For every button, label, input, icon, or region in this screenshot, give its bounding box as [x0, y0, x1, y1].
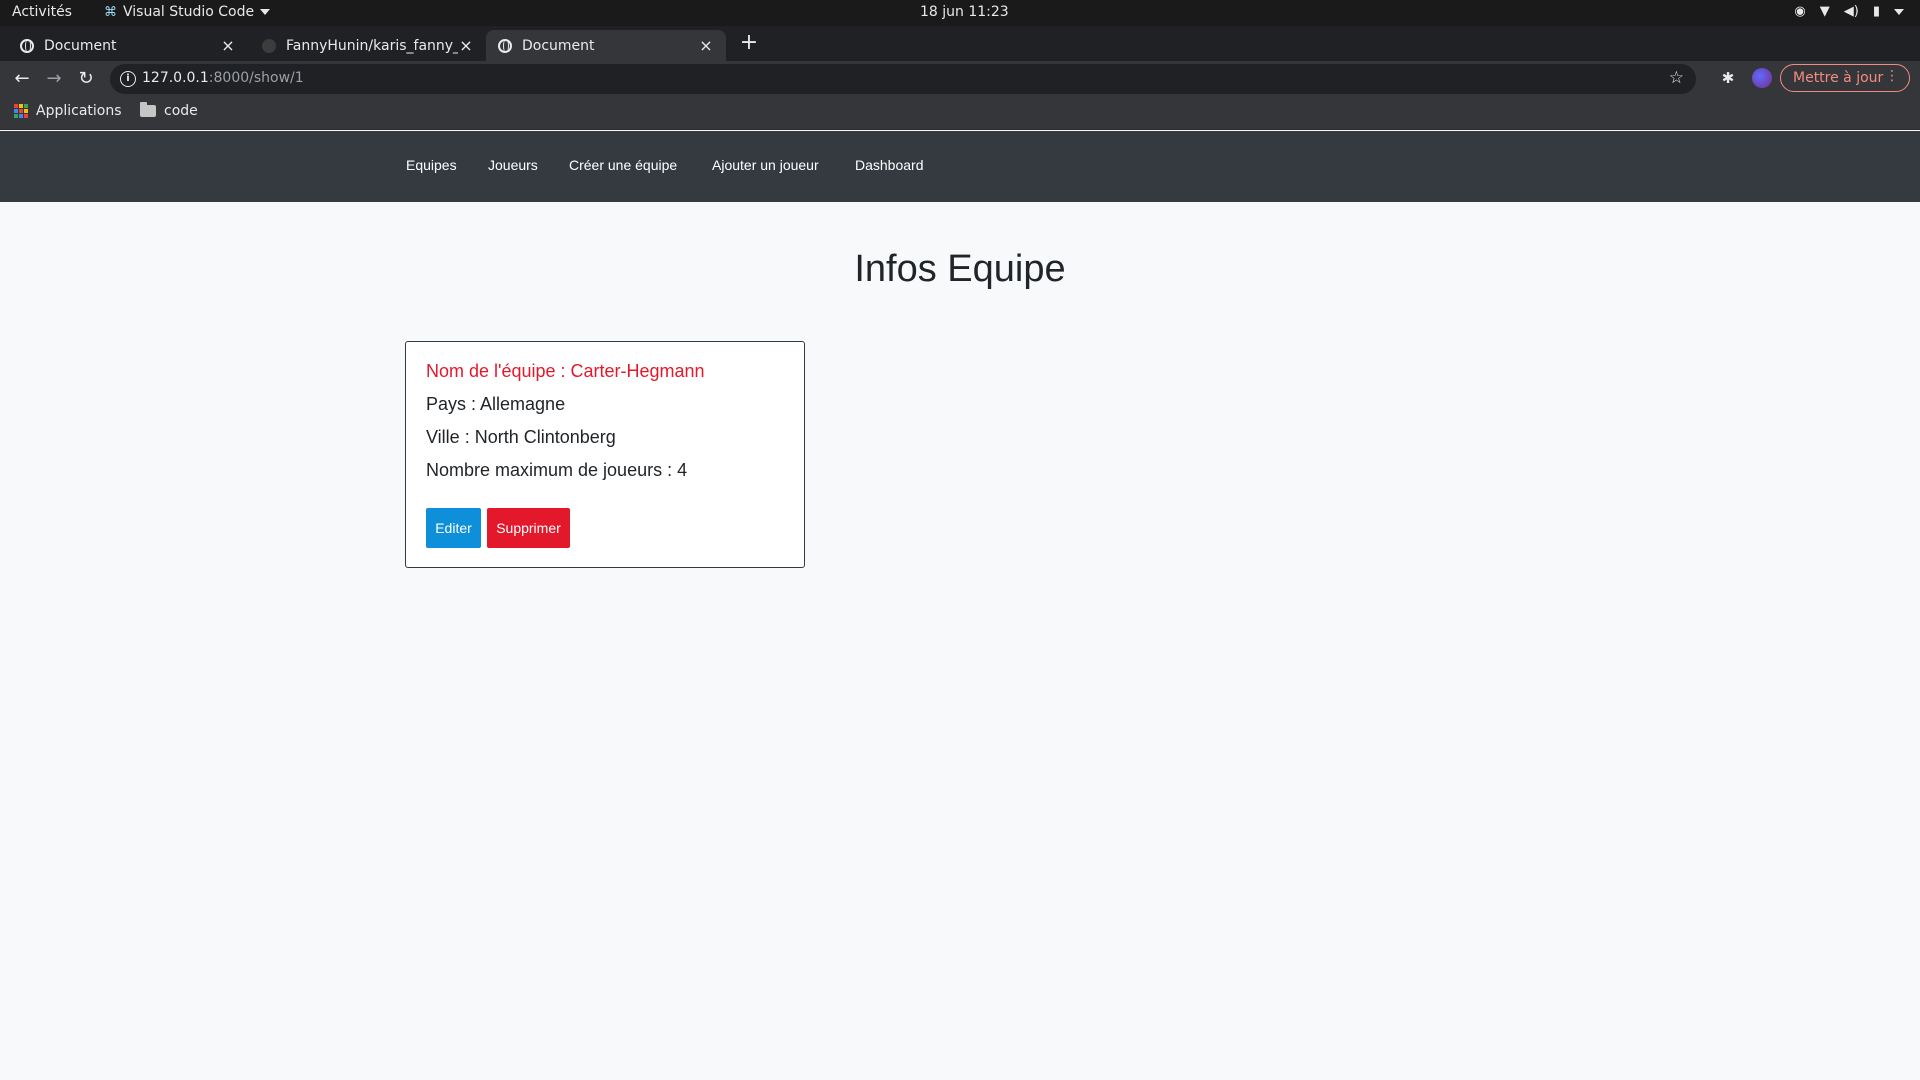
github-icon — [262, 38, 276, 53]
tab-title: Document — [522, 37, 595, 54]
os-top-bar: Activités ⌘ Visual Studio Code 18 jun 11… — [0, 0, 1920, 26]
update-chrome-button[interactable]: Mettre à jour ⋮ — [1780, 64, 1910, 92]
tab-strip: Document × FannyHunin/karis_fanny_ × Doc… — [0, 26, 1920, 61]
tab-document-2[interactable]: Document × — [486, 30, 726, 61]
folder-icon — [140, 102, 156, 117]
nav-link-ajouter-joueur[interactable]: Ajouter un joueur — [712, 157, 819, 173]
globe-icon — [498, 38, 512, 53]
page-content: Infos Equipe Nom de l'équipe : Carter-He… — [0, 202, 1920, 1080]
more-vert-icon[interactable]: ⋮ — [1885, 68, 1899, 84]
bookmark-label: Applications — [36, 103, 122, 119]
team-max-players: Nombre maximum de joueurs : 4 — [426, 460, 688, 480]
tab-title: FannyHunin/karis_fanny_ — [286, 37, 458, 54]
team-city: Ville : North Clintonberg — [426, 427, 616, 447]
app-menu[interactable]: ⌘ Visual Studio Code — [104, 4, 271, 20]
site-navbar: Equipes Joueurs Créer une équipe Ajouter… — [0, 131, 1920, 202]
system-tray[interactable]: ◉ ▼ ◀) ▮ — [1794, 4, 1904, 19]
extensions-puzzle-icon[interactable]: ✱ — [1718, 69, 1738, 89]
bookmarks-bar: Applications code — [0, 97, 1920, 130]
new-tab-button[interactable]: + — [737, 30, 761, 56]
tab-github[interactable]: FannyHunin/karis_fanny_ × — [250, 30, 486, 61]
close-icon[interactable]: × — [698, 36, 714, 55]
edit-button[interactable]: Editer — [426, 508, 481, 548]
app-menu-label: Visual Studio Code — [123, 4, 255, 20]
reload-icon[interactable]: ↻ — [74, 67, 98, 91]
close-icon[interactable]: × — [220, 36, 236, 55]
wifi-icon: ▼ — [1819, 4, 1830, 19]
profile-avatar[interactable] — [1752, 68, 1772, 88]
chevron-down-icon — [260, 9, 271, 15]
chevron-down-icon[interactable] — [1894, 8, 1904, 15]
activities-button[interactable]: Activités — [12, 4, 72, 20]
page-title: Infos Equipe — [854, 248, 1066, 290]
url-text[interactable]: 127.0.0.1:8000/show/1 — [142, 70, 304, 86]
nav-link-creer-equipe[interactable]: Créer une équipe — [569, 157, 677, 173]
browser-toolbar: ← → ↻ i 127.0.0.1:8000/show/1 ☆ ✱ — [0, 61, 1920, 97]
bookmark-code-folder[interactable]: code — [140, 102, 198, 119]
nav-link-joueurs[interactable]: Joueurs — [488, 157, 538, 173]
team-info-card: Nom de l'équipe : Carter-Hegmann Pays : … — [405, 341, 805, 568]
forward-arrow-icon[interactable]: → — [42, 67, 66, 91]
delete-button[interactable]: Supprimer — [487, 508, 570, 548]
back-arrow-icon[interactable]: ← — [10, 67, 34, 91]
team-country: Pays : Allemagne — [426, 394, 566, 414]
bookmark-label: code — [164, 103, 198, 119]
url-host: 127.0.0.1 — [142, 70, 209, 86]
globe-icon — [20, 38, 34, 53]
info-icon[interactable]: i — [120, 71, 136, 87]
nav-link-equipes[interactable]: Equipes — [406, 157, 457, 173]
apps-grid-icon — [14, 104, 28, 118]
clock[interactable]: 18 jun 11:23 — [920, 4, 1009, 20]
tab-document-1[interactable]: Document × — [8, 30, 248, 61]
url-path: :8000/show/1 — [208, 70, 304, 86]
update-label: Mettre à jour — [1793, 70, 1884, 86]
battery-icon: ▮ — [1872, 4, 1880, 19]
team-name: Nom de l'équipe : Carter-Hegmann — [426, 361, 705, 381]
close-icon[interactable]: × — [458, 36, 474, 55]
tab-title: Document — [44, 37, 117, 54]
discord-icon[interactable]: ◉ — [1794, 4, 1805, 19]
vscode-icon: ⌘ — [104, 4, 117, 20]
address-bar[interactable]: i 127.0.0.1:8000/show/1 ☆ — [110, 64, 1696, 94]
bookmark-star-icon[interactable]: ☆ — [1669, 68, 1684, 88]
nav-link-dashboard[interactable]: Dashboard — [855, 157, 924, 173]
bookmark-applications[interactable]: Applications — [14, 103, 122, 119]
volume-icon: ◀) — [1843, 4, 1859, 19]
